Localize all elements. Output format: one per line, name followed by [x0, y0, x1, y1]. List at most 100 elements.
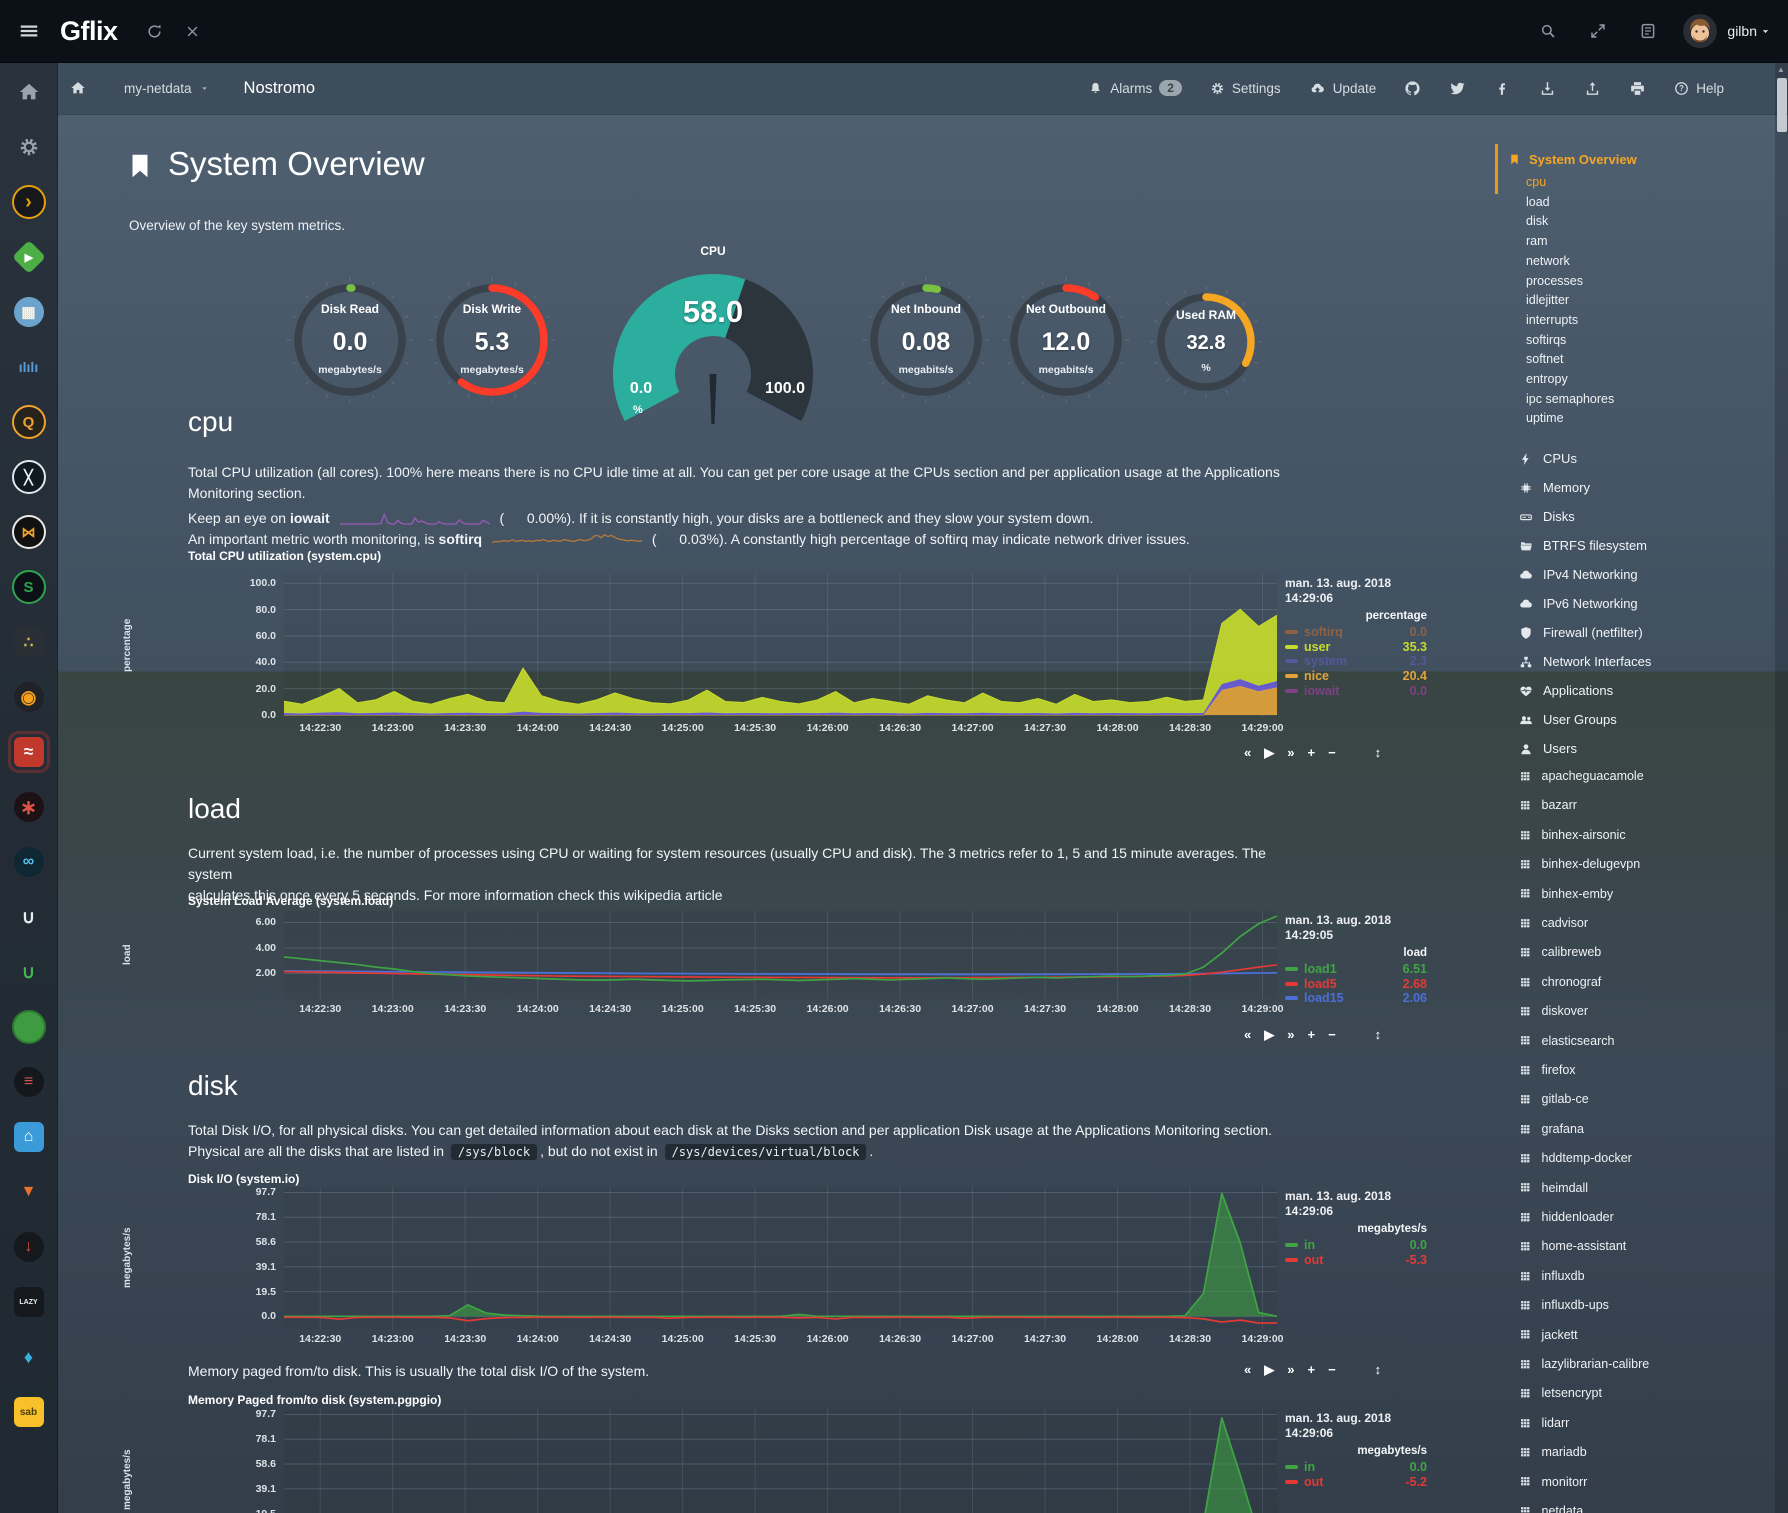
- toc-item-idlejitter[interactable]: idlejitter: [1526, 293, 1569, 311]
- toc-item-uptime[interactable]: uptime: [1526, 411, 1564, 429]
- fullscreen-icon[interactable]: [1589, 22, 1607, 40]
- toc-app-influxdb-ups[interactable]: influxdb-ups: [1519, 1298, 1609, 1312]
- help-button[interactable]: Help: [1674, 81, 1724, 96]
- emby-icon[interactable]: ▶: [11, 239, 47, 275]
- airsonic-waveform-icon[interactable]: ılılı: [11, 349, 47, 385]
- toc-section-applications[interactable]: Applications: [1519, 683, 1613, 698]
- disk-zoom-out-button[interactable]: −: [1328, 1363, 1336, 1376]
- scrollbar-up-arrow[interactable]: ▲: [1777, 65, 1785, 74]
- toc-app-binhex-delugevpn[interactable]: binhex-delugevpn: [1519, 857, 1640, 871]
- netdata-active-icon[interactable]: ≈: [11, 734, 47, 770]
- export-snapshot-icon[interactable]: [1539, 80, 1556, 97]
- red-flower-icon[interactable]: ∗: [11, 789, 47, 825]
- cpu-play-button[interactable]: ▶: [1264, 746, 1274, 759]
- update-button[interactable]: Update: [1309, 81, 1377, 96]
- toc-app-firefox[interactable]: firefox: [1519, 1063, 1576, 1077]
- toc-section-network-interfaces[interactable]: Network Interfaces: [1519, 654, 1651, 669]
- toc-app-apacheguacamole[interactable]: apacheguacamole: [1519, 769, 1644, 783]
- toc-title-system-overview[interactable]: System Overview: [1508, 152, 1637, 167]
- alarms-button[interactable]: Alarms 2: [1088, 80, 1182, 96]
- toc-app-binhex-airsonic[interactable]: binhex-airsonic: [1519, 828, 1626, 842]
- toc-app-diskover[interactable]: diskover: [1519, 1004, 1588, 1018]
- home-icon[interactable]: [11, 74, 47, 110]
- toc-item-load[interactable]: load: [1526, 195, 1550, 213]
- username[interactable]: gilbn: [1727, 23, 1757, 39]
- load-zoom-in-button[interactable]: +: [1307, 1028, 1315, 1041]
- refresh-icon[interactable]: [146, 23, 163, 40]
- gauge-cpu[interactable]: CPU58.00.0100.0%: [603, 252, 823, 424]
- load-legend-load1[interactable]: load16.51: [1285, 962, 1427, 977]
- cpu-legend-nice[interactable]: nice20.4: [1285, 669, 1427, 684]
- search-icon[interactable]: [1539, 22, 1557, 40]
- toc-section-cpus[interactable]: CPUs: [1519, 451, 1577, 466]
- toc-app-letsencrypt[interactable]: letsencrypt: [1519, 1386, 1602, 1400]
- toc-item-disk[interactable]: disk: [1526, 214, 1548, 232]
- disk-pan-forward-button[interactable]: »: [1287, 1363, 1294, 1376]
- scrollbar[interactable]: ▲: [1775, 62, 1788, 1513]
- gauge-net-inbound[interactable]: Net Inbound0.08megabits/s: [860, 274, 992, 406]
- load-resize-handle[interactable]: ↕: [1375, 1028, 1382, 1041]
- disk-pan-backward-button[interactable]: «: [1244, 1363, 1251, 1376]
- toc-app-binhex-emby[interactable]: binhex-emby: [1519, 887, 1613, 901]
- toc-item-processes[interactable]: processes: [1526, 274, 1583, 292]
- toc-app-bazarr[interactable]: bazarr: [1519, 798, 1577, 812]
- github-icon[interactable]: [1404, 80, 1421, 97]
- white-u-icon[interactable]: ∪: [11, 899, 47, 935]
- cpu-pan-forward-button[interactable]: »: [1287, 746, 1294, 759]
- stacked-bars-icon[interactable]: ≡: [11, 1064, 47, 1100]
- toc-app-chronograf[interactable]: chronograf: [1519, 975, 1601, 989]
- toc-section-ipv6-networking[interactable]: IPv6 Networking: [1519, 596, 1638, 611]
- toc-app-calibreweb[interactable]: calibreweb: [1519, 945, 1601, 959]
- disk-legend-out[interactable]: out-5.3: [1285, 1253, 1427, 1268]
- close-icon[interactable]: [185, 24, 200, 39]
- toc-app-heimdall[interactable]: heimdall: [1519, 1181, 1588, 1195]
- disk-zoom-in-button[interactable]: +: [1307, 1363, 1315, 1376]
- toc-app-influxdb[interactable]: influxdb: [1519, 1269, 1585, 1283]
- twitter-icon[interactable]: [1449, 80, 1466, 97]
- toc-app-grafana[interactable]: grafana: [1519, 1122, 1584, 1136]
- import-snapshot-icon[interactable]: [1584, 80, 1601, 97]
- gitlab-icon[interactable]: ▼: [11, 1174, 47, 1210]
- disk-play-button[interactable]: ▶: [1264, 1363, 1274, 1376]
- settings-gear-icon[interactable]: [11, 129, 47, 165]
- host-dropdown[interactable]: my-netdata: [124, 81, 210, 96]
- toc-app-monitorr[interactable]: monitorr: [1519, 1475, 1587, 1489]
- gauge-disk-read[interactable]: Disk Read0.0megabytes/s: [284, 274, 416, 406]
- system-load-chart[interactable]: [284, 911, 1277, 999]
- cpu-resize-handle[interactable]: ↕: [1375, 746, 1382, 759]
- print-icon[interactable]: [1629, 80, 1646, 97]
- changelog-icon[interactable]: [1639, 22, 1657, 40]
- red-down-arrow-icon[interactable]: ↓: [11, 1229, 47, 1265]
- cpu-legend-iowait[interactable]: iowait0.0: [1285, 683, 1427, 698]
- toc-section-ipv4-networking[interactable]: IPv4 Networking: [1519, 567, 1638, 582]
- gauge-used-ram[interactable]: Used RAM32.8%: [1147, 283, 1265, 401]
- cpu-legend-user[interactable]: user35.3: [1285, 640, 1427, 655]
- toc-app-jackett[interactable]: jackett: [1519, 1328, 1578, 1342]
- node-share-icon[interactable]: ∴: [11, 624, 47, 660]
- blue-drop-icon[interactable]: ♦: [11, 1339, 47, 1375]
- system-cpu-chart[interactable]: [284, 574, 1277, 717]
- toc-item-ipc-semaphores[interactable]: ipc semaphores: [1526, 392, 1614, 410]
- toc-app-cadvisor[interactable]: cadvisor: [1519, 916, 1588, 930]
- toc-item-ram[interactable]: ram: [1526, 234, 1548, 252]
- toc-section-users[interactable]: Users: [1519, 741, 1577, 756]
- toc-item-entropy[interactable]: entropy: [1526, 372, 1568, 390]
- load-pan-backward-button[interactable]: «: [1244, 1028, 1251, 1041]
- system-pgpgio-chart[interactable]: [284, 1409, 1277, 1513]
- disk-legend-in[interactable]: in0.0: [1285, 1238, 1427, 1253]
- load-play-button[interactable]: ▶: [1264, 1028, 1274, 1041]
- toc-section-firewall-netfilter-[interactable]: Firewall (netfilter): [1519, 625, 1643, 640]
- cpu-zoom-out-button[interactable]: −: [1328, 746, 1336, 759]
- toc-app-netdata[interactable]: netdata: [1519, 1504, 1583, 1513]
- tautulli-icon[interactable]: ▦: [11, 294, 47, 330]
- toc-app-elasticsearch[interactable]: elasticsearch: [1519, 1034, 1614, 1048]
- toc-app-home-assistant[interactable]: home-assistant: [1519, 1239, 1626, 1253]
- plex-icon[interactable]: ›: [11, 184, 47, 220]
- toc-app-mariadb[interactable]: mariadb: [1519, 1445, 1587, 1459]
- grafana-icon[interactable]: ◉: [11, 679, 47, 715]
- jackett-search-icon[interactable]: Q: [11, 404, 47, 440]
- load-legend-load15[interactable]: load152.06: [1285, 991, 1427, 1006]
- cpu-legend-system[interactable]: system2.3: [1285, 654, 1427, 669]
- user-caret-icon[interactable]: [1759, 25, 1772, 38]
- green-u-icon[interactable]: ∪: [11, 954, 47, 990]
